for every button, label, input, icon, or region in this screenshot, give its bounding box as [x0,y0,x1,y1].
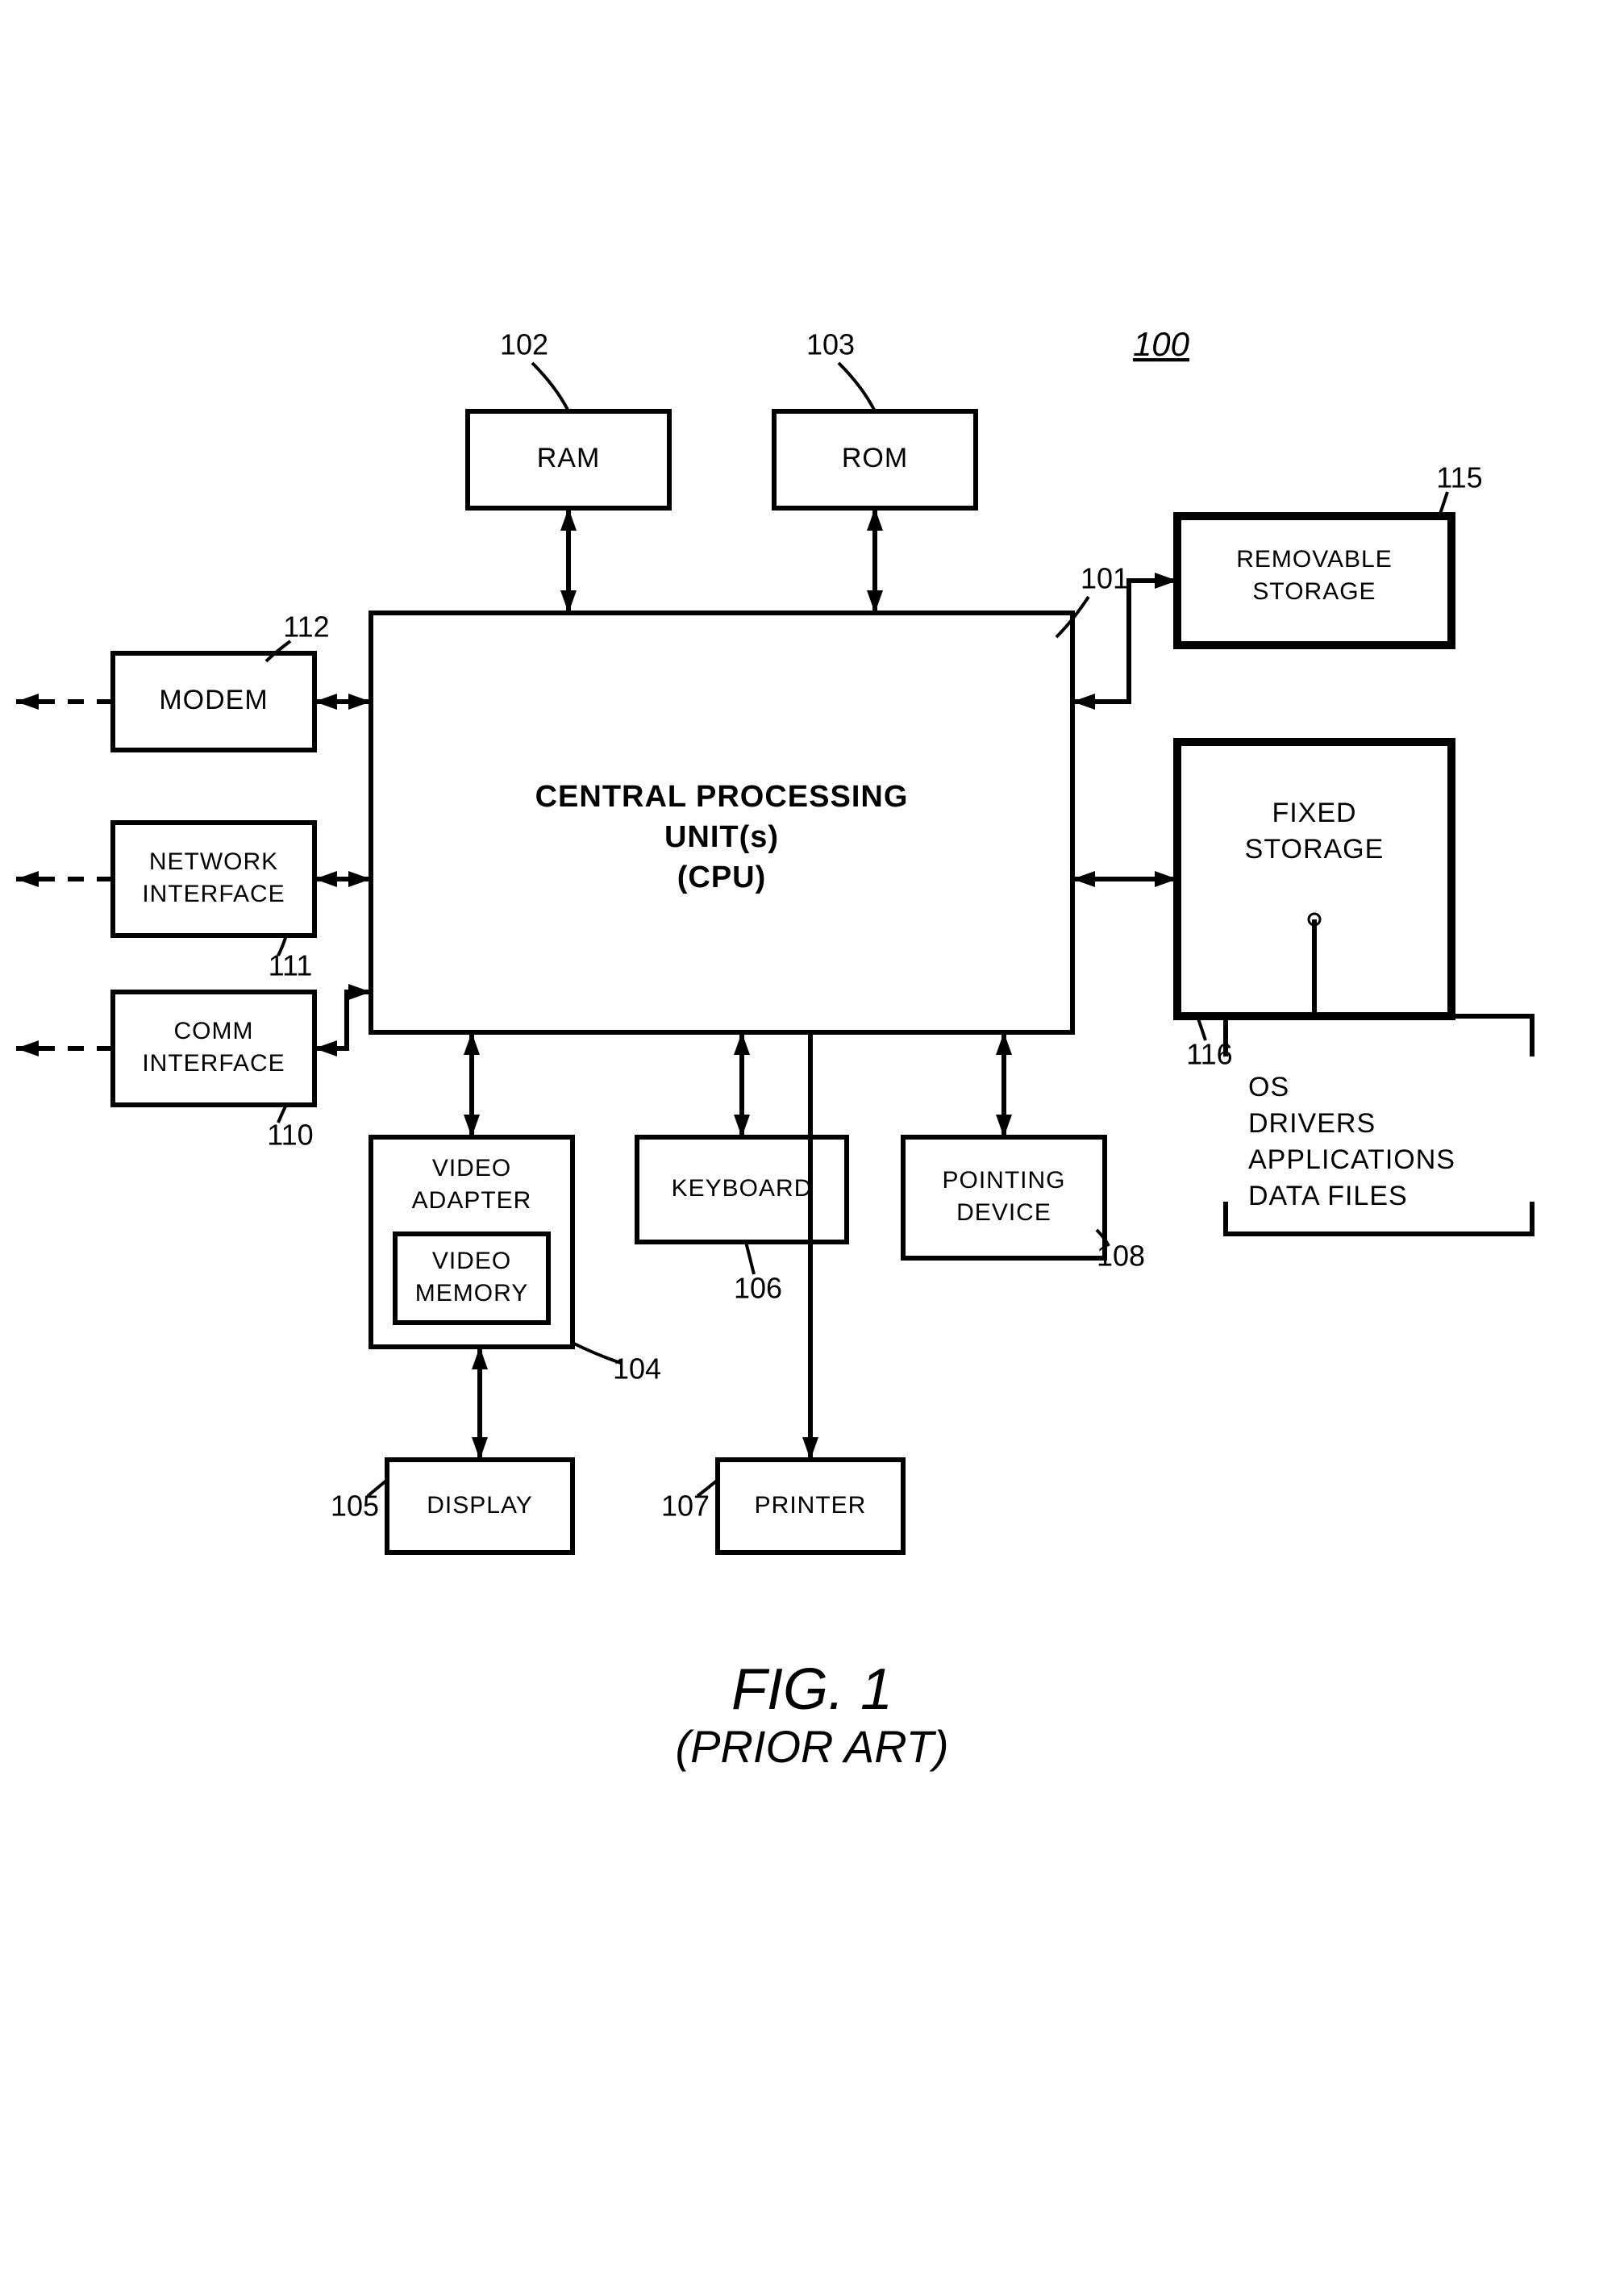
pointing-label-1: POINTING [942,1167,1065,1194]
conn-cpu-video [464,1032,480,1137]
storage-drv: DRIVERS [1248,1108,1376,1139]
display-label: DISPLAY [427,1492,533,1519]
svg-text:104: 104 [613,1352,661,1386]
svg-text:115: 115 [1436,461,1482,494]
svg-text:106: 106 [734,1272,782,1305]
ref-110: 110 [267,1105,313,1152]
video-label-1: VIDEO [432,1155,511,1182]
network-label-2: INTERFACE [142,881,285,907]
video-adapter-block: VIDEO ADAPTER VIDEO MEMORY [371,1137,573,1347]
svg-text:110: 110 [267,1119,313,1152]
ref-100: 100 [1133,325,1190,363]
svg-text:111: 111 [269,949,313,982]
storage-os: OS [1248,1072,1289,1102]
cpu-block: CENTRAL PROCESSING UNIT(s) (CPU) [371,613,1072,1032]
ref-102: 102 [500,328,568,411]
ram-label: RAM [537,443,601,473]
conn-cpu-fixed [1072,871,1177,887]
comm-label-2: INTERFACE [142,1050,285,1077]
ref-115: 115 [1436,461,1482,516]
ref-104: 104 [573,1343,661,1386]
conn-comm-out [16,1040,113,1056]
ref-111: 111 [269,936,313,982]
rom-label: ROM [842,443,908,473]
svg-text:102: 102 [500,328,548,361]
ref-101: 101 [1056,562,1129,637]
ref-106: 106 [734,1242,782,1305]
svg-text:116: 116 [1186,1038,1232,1071]
conn-net-out [16,871,113,887]
conn-rom-cpu [867,508,883,613]
network-label-1: NETWORK [149,848,278,875]
fixed-storage-block: FIXED STORAGE [1177,742,1451,1016]
removable-storage-block: REMOVABLE STORAGE [1177,516,1451,645]
pointing-device-block: POINTING DEVICE [903,1137,1105,1258]
cpu-label-3: (CPU) [677,861,767,894]
modem-block: MODEM [113,653,314,750]
ref-107: 107 [661,1480,718,1523]
printer-block: PRINTER [718,1460,903,1552]
ref-105: 105 [331,1480,387,1523]
svg-text:103: 103 [806,328,855,361]
conn-cpu-pointing [996,1032,1012,1137]
network-interface-block: NETWORK INTERFACE [113,823,314,936]
pointing-label-2: DEVICE [956,1199,1051,1226]
svg-text:112: 112 [283,611,329,644]
rom-block: ROM [774,411,976,508]
fixed-label-1: FIXED [1272,798,1356,828]
conn-ram-cpu [560,508,577,613]
conn-net-cpu [314,871,371,887]
svg-text:108: 108 [1097,1240,1145,1273]
display-block: DISPLAY [387,1460,573,1552]
cpu-label-2: UNIT(s) [664,820,779,854]
conn-cpu-printer [802,1032,818,1460]
ram-block: RAM [468,411,669,508]
conn-cpu-keyboard [734,1032,750,1137]
removable-label-2: STORAGE [1252,578,1376,605]
fixed-label-2: STORAGE [1245,834,1385,865]
storage-apps: APPLICATIONS [1248,1144,1455,1175]
video-mem-1: VIDEO [432,1248,511,1274]
conn-comm-cpu [314,984,371,1056]
modem-label: MODEM [159,685,268,715]
cpu-label-1: CENTRAL PROCESSING [535,780,909,814]
keyboard-label: KEYBOARD [672,1175,813,1202]
conn-modem-cpu [314,694,371,710]
printer-label: PRINTER [755,1492,867,1519]
video-label-2: ADAPTER [412,1187,532,1214]
storage-contents: OS DRIVERS APPLICATIONS DATA FILES [1226,1016,1532,1234]
conn-modem-out [16,694,113,710]
figure-subtitle: (PRIOR ART) [675,1721,948,1772]
storage-data: DATA FILES [1248,1181,1408,1211]
figure-number: FIG. 1 [731,1657,893,1722]
conn-video-display [472,1347,488,1460]
keyboard-block: KEYBOARD [637,1137,847,1242]
ref-108: 108 [1097,1230,1145,1273]
ref-103: 103 [806,328,875,411]
comm-label-1: COMM [174,1018,254,1044]
removable-label-1: REMOVABLE [1236,546,1393,573]
comm-interface-block: COMM INTERFACE [113,992,314,1105]
svg-text:101: 101 [1081,562,1129,595]
video-mem-2: MEMORY [415,1280,528,1307]
